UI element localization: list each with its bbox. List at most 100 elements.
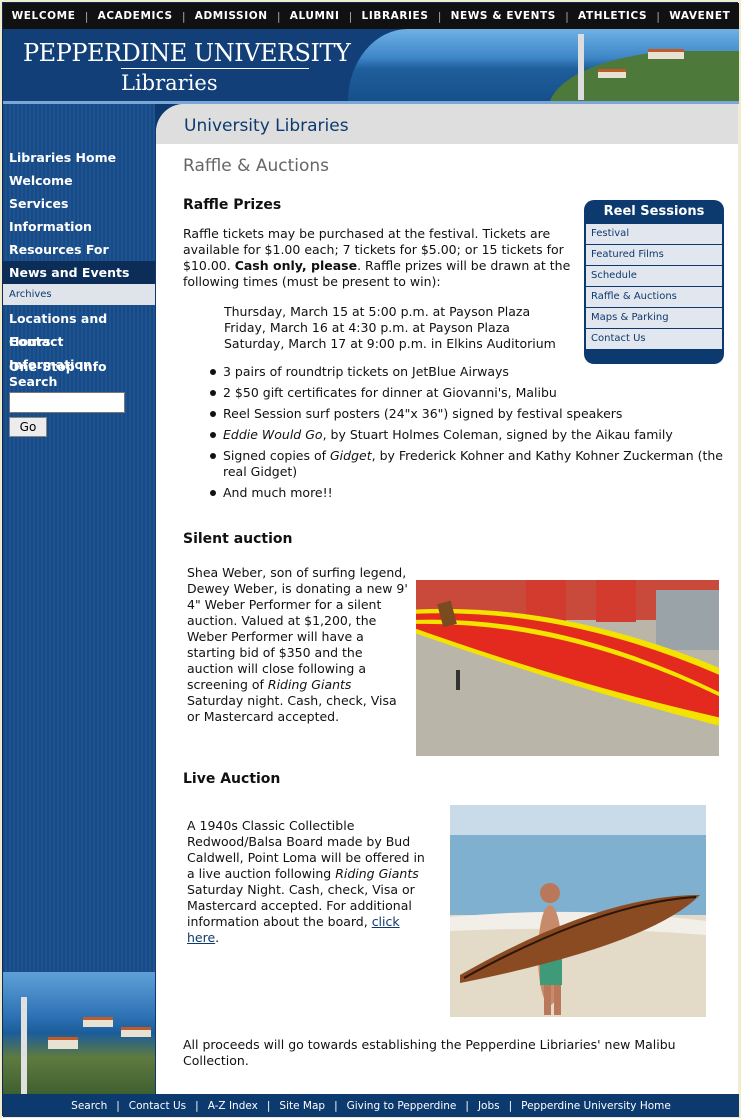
silent-auction-heading: Silent auction — [183, 531, 293, 547]
live-film-title: Riding Giants — [335, 866, 419, 881]
header-banner: PEPPERDINE UNIVERSITY Libraries — [3, 29, 739, 101]
topnav-alumni[interactable]: ALUMNI — [290, 10, 340, 22]
drawing-times: Thursday, March 15 at 5:00 p.m. at Payso… — [224, 304, 556, 352]
topnav-separator: | — [437, 9, 442, 23]
topnav-academics[interactable]: ACADEMICS — [98, 10, 173, 22]
section-title: University Libraries — [184, 116, 349, 136]
sidebar-subitem-archives[interactable]: Archives — [3, 284, 155, 305]
page-frame: WELCOME | ACADEMICS | ADMISSION | ALUMNI… — [2, 2, 739, 1117]
topnav-admission[interactable]: ADMISSION — [195, 10, 268, 22]
photo-building — [598, 69, 626, 78]
top-navigation: WELCOME | ACADEMICS | ADMISSION | ALUMNI… — [3, 3, 739, 29]
reel-sessions-item-raffle-auctions[interactable]: Raffle & Auctions — [586, 287, 722, 307]
libraries-logo-text[interactable]: Libraries — [121, 71, 218, 95]
footer-separator: | — [508, 1099, 513, 1112]
drawing-time: Friday, March 16 at 4:30 p.m. at Payson … — [224, 320, 510, 335]
drawing-time: Saturday, March 17 at 9:00 p.m. in Elkin… — [224, 336, 556, 351]
go-button[interactable]: Go — [9, 417, 47, 437]
topnav-separator: | — [348, 9, 353, 23]
sidebar-item-news-and-events[interactable]: News and Events — [3, 261, 155, 284]
university-logo-text[interactable]: PEPPERDINE UNIVERSITY — [23, 39, 351, 67]
reel-sessions-item-contact-us[interactable]: Contact Us — [586, 329, 722, 349]
topnav-libraries[interactable]: LIBRARIES — [362, 10, 429, 22]
topnav-welcome[interactable]: WELCOME — [12, 10, 76, 22]
footer-separator: | — [195, 1099, 199, 1112]
footer-link-jobs[interactable]: Jobs — [478, 1100, 500, 1112]
photo-building — [121, 1027, 151, 1037]
prize-title: Eddie Would Go — [223, 427, 323, 442]
sidebar: Libraries Home Welcome Services Informat… — [3, 104, 155, 1094]
prize-text: , by Stuart Holmes Coleman, signed by th… — [322, 427, 673, 442]
topnav-athletics[interactable]: ATHLETICS — [578, 10, 647, 22]
footer-navigation: Search | Contact Us | A-Z Index | Site M… — [3, 1094, 739, 1117]
drawing-time: Thursday, March 15 at 5:00 p.m. at Payso… — [224, 304, 531, 319]
surfboard-photo-graphic — [416, 580, 719, 756]
live-auction-description: A 1940s Classic Collectible Redwood/Bals… — [187, 818, 427, 946]
footer-link-contact-us[interactable]: Contact Us — [129, 1100, 186, 1112]
photo-building — [648, 49, 684, 59]
sidebar-item-locations-hours[interactable]: Locations and Hours — [3, 307, 155, 349]
prize-list: 3 pairs of roundtrip tickets on JetBlue … — [206, 364, 726, 506]
footer-link-az-index[interactable]: A-Z Index — [208, 1100, 258, 1112]
campus-coast-photo — [348, 29, 739, 101]
topnav-wavenet[interactable]: WAVENET — [669, 10, 730, 22]
list-item: 2 $50 gift certificates for dinner at Gi… — [206, 385, 726, 401]
bullet-icon — [210, 453, 216, 459]
sidebar-item-welcome[interactable]: Welcome — [3, 169, 155, 192]
list-item: Reel Session surf posters (24"x 36") sig… — [206, 406, 726, 422]
reel-sessions-item-schedule[interactable]: Schedule — [586, 266, 722, 286]
footer-link-site-map[interactable]: Site Map — [279, 1100, 325, 1112]
bullet-icon — [210, 369, 216, 375]
sidebar-item-information[interactable]: Information — [3, 215, 155, 238]
prize-text: 3 pairs of roundtrip tickets on JetBlue … — [223, 364, 509, 379]
list-item: And much more!! — [206, 485, 726, 501]
search-input[interactable] — [9, 392, 125, 413]
photo-tower — [21, 997, 27, 1094]
closing-text: All proceeds will go towards establishin… — [183, 1037, 676, 1068]
silent-text: Saturday night. Cash, check, Visa or Mas… — [187, 693, 397, 724]
sidebar-item-services[interactable]: Services — [3, 192, 155, 215]
main-content: University Libraries Raffle & Auctions R… — [156, 104, 738, 1094]
raffle-description: Raffle tickets may be purchased at the f… — [183, 226, 575, 290]
beach-surfboard-photo — [450, 805, 706, 1017]
footer-link-search[interactable]: Search — [71, 1100, 107, 1112]
page-title: Raffle & Auctions — [183, 156, 329, 176]
raffle-heading: Raffle Prizes — [183, 197, 282, 213]
surfboard-photo — [416, 580, 719, 756]
topnav-separator: | — [656, 9, 661, 23]
bullet-icon — [210, 411, 216, 417]
topnav-separator: | — [565, 9, 569, 23]
bullet-icon — [210, 390, 216, 396]
search-panel: One-Stop Info Search Go — [3, 353, 155, 437]
reel-sessions-item-festival[interactable]: Festival — [586, 224, 722, 244]
prize-title: Gidget — [330, 448, 372, 463]
reel-sessions-menu: Reel Sessions Festival Featured Films Sc… — [584, 200, 724, 364]
topnav-separator: | — [181, 9, 186, 23]
sidebar-item-resources-for[interactable]: Resources For — [3, 238, 155, 261]
photo-building — [83, 1017, 113, 1027]
photo-building — [48, 1037, 78, 1049]
bullet-icon — [210, 490, 216, 496]
topnav-separator: | — [276, 9, 281, 23]
footer-separator: | — [465, 1099, 469, 1112]
raffle-cash-only: Cash only, please — [234, 258, 358, 273]
list-item: Eddie Would Go, by Stuart Holmes Coleman… — [206, 427, 726, 443]
beach-surfboard-photo-graphic — [450, 805, 706, 1017]
prize-text: And much more!! — [223, 485, 333, 500]
photo-hillside — [548, 51, 739, 101]
footer-link-giving[interactable]: Giving to Pepperdine — [347, 1100, 457, 1112]
reel-sessions-item-featured-films[interactable]: Featured Films — [586, 245, 722, 265]
topnav-news-events[interactable]: NEWS & EVENTS — [451, 10, 556, 22]
sidebar-item-contact-information[interactable]: Contact Information — [3, 330, 155, 372]
silent-text: Shea Weber, son of surfing legend, Dewey… — [187, 565, 408, 692]
sidebar-item-libraries-home[interactable]: Libraries Home — [3, 146, 155, 169]
reel-sessions-item-maps-parking[interactable]: Maps & Parking — [586, 308, 722, 328]
list-item: 3 pairs of roundtrip tickets on JetBlue … — [206, 364, 726, 380]
live-auction-heading: Live Auction — [183, 771, 281, 787]
prize-text: Signed copies of — [223, 448, 330, 463]
footer-separator: | — [266, 1099, 271, 1112]
topnav-separator: | — [84, 9, 89, 23]
prize-text: Reel Session surf posters (24"x 36") sig… — [223, 406, 623, 421]
footer-link-pepperdine-home[interactable]: Pepperdine University Home — [521, 1100, 671, 1112]
